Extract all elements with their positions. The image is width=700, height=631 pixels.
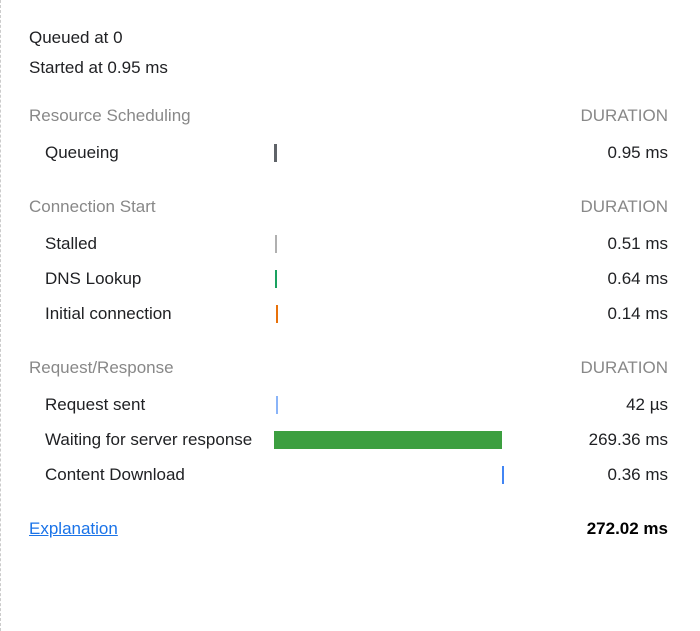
queued-at-text: Queued at 0 [29, 28, 668, 48]
timing-section: Request/Response DURATION Request sent 42 µ… [29, 358, 668, 493]
timing-row-value: 0.36 ms [504, 465, 668, 485]
timing-section: Resource Scheduling DURATION Queueing 0.95 … [29, 106, 668, 171]
timing-row-label: Initial connection [29, 303, 274, 326]
timing-bar-track [274, 431, 504, 449]
timing-bar-track [274, 466, 504, 484]
timing-bar-segment [274, 144, 277, 162]
timing-row: DNS Lookup 0.64 ms [29, 262, 668, 297]
duration-column-header: DURATION [580, 358, 668, 378]
total-duration: 272.02 ms [587, 519, 668, 539]
duration-column-header: DURATION [580, 197, 668, 217]
timing-row-label: Request sent [29, 394, 274, 417]
timing-row-value: 0.95 ms [504, 143, 668, 163]
section-title: Resource Scheduling [29, 106, 191, 126]
timing-row-value: 42 µs [504, 395, 668, 415]
timing-row-label: Waiting for server response [29, 429, 274, 452]
timing-section: Connection Start DURATION Stalled 0.51 ms DN… [29, 197, 668, 332]
timing-row: Content Download 0.36 ms [29, 458, 668, 493]
section-header: Request/Response DURATION [29, 358, 668, 378]
timing-bar-track [274, 396, 504, 414]
timing-bar-segment [276, 305, 278, 323]
timing-row-value: 0.51 ms [504, 234, 668, 254]
explanation-link[interactable]: Explanation [29, 519, 118, 539]
timing-row-label: DNS Lookup [29, 268, 274, 291]
timing-bar-track [274, 270, 504, 288]
timing-bar-segment [276, 396, 278, 414]
timing-bar-track [274, 144, 504, 162]
timing-bar-segment [275, 235, 277, 253]
section-header: Resource Scheduling DURATION [29, 106, 668, 126]
section-header: Connection Start DURATION [29, 197, 668, 217]
timing-bar-segment [502, 466, 504, 484]
timing-bar-segment [275, 270, 277, 288]
timing-footer: Explanation 272.02 ms [29, 519, 668, 539]
timing-bar-segment [274, 431, 502, 449]
timing-bar-track [274, 305, 504, 323]
section-title: Connection Start [29, 197, 156, 217]
timing-row-label: Content Download [29, 464, 274, 487]
section-title: Request/Response [29, 358, 174, 378]
timing-bar-track [274, 235, 504, 253]
started-at-text: Started at 0.95 ms [29, 58, 668, 78]
duration-column-header: DURATION [580, 106, 668, 126]
timing-header: Queued at 0 Started at 0.95 ms [29, 28, 668, 78]
timing-row: Stalled 0.51 ms [29, 227, 668, 262]
timing-row: Initial connection 0.14 ms [29, 297, 668, 332]
timing-row-label: Stalled [29, 233, 274, 256]
timing-row: Queueing 0.95 ms [29, 136, 668, 171]
timing-row-value: 0.64 ms [504, 269, 668, 289]
timing-row: Waiting for server response 269.36 ms [29, 423, 668, 458]
timing-row: Request sent 42 µs [29, 388, 668, 423]
timing-row-value: 269.36 ms [504, 430, 668, 450]
timing-row-label: Queueing [29, 142, 274, 165]
timing-row-value: 0.14 ms [504, 304, 668, 324]
